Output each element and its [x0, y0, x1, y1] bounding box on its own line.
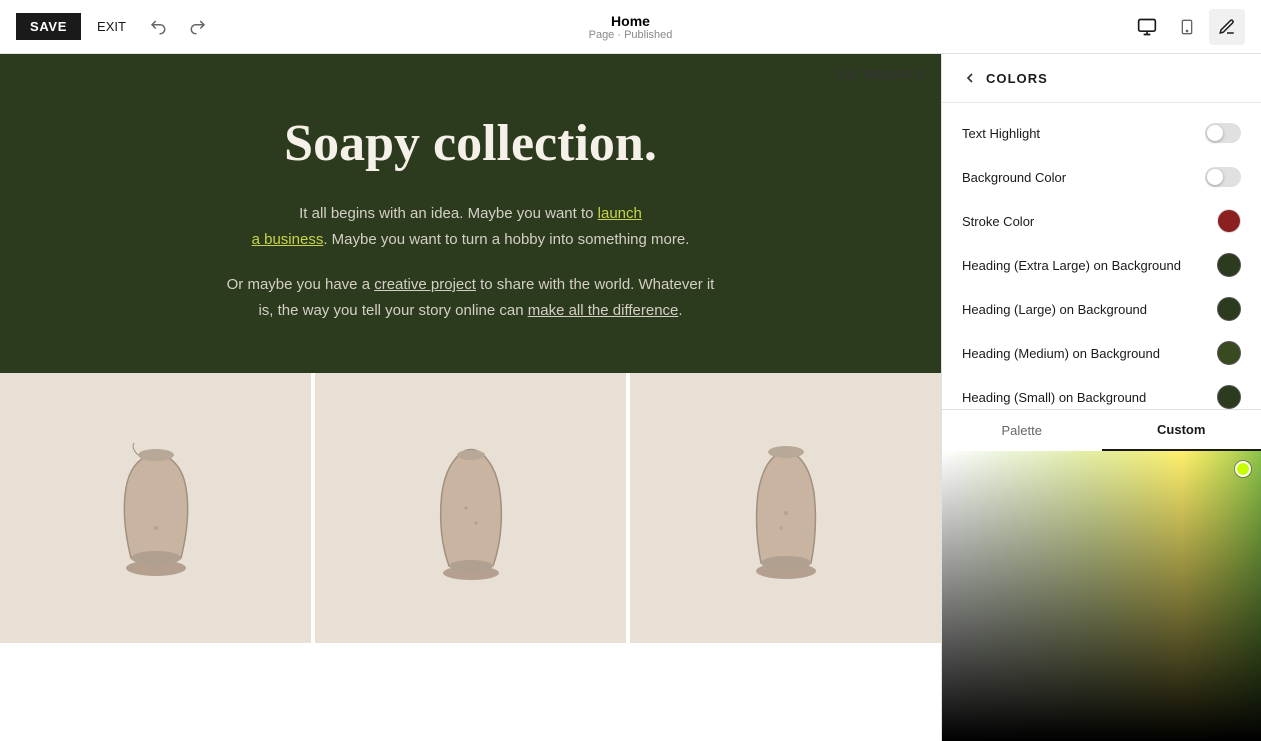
hero-heading: Soapy collection.	[40, 114, 901, 173]
save-button[interactable]: SAVE	[16, 13, 81, 40]
page-title: Home	[589, 13, 673, 29]
page-subtitle: Page · Published	[589, 29, 673, 41]
background-color-toggle[interactable]	[1205, 167, 1241, 187]
body2-link1[interactable]: creative project	[374, 276, 476, 293]
photo-1	[0, 373, 311, 643]
photos-row	[0, 373, 941, 643]
text-highlight-label: Text Highlight	[962, 126, 1040, 141]
heading-xl-label: Heading (Extra Large) on Background	[962, 258, 1181, 273]
stroke-color-item: Stroke Color	[942, 199, 1261, 243]
desktop-view-button[interactable]	[1129, 9, 1165, 45]
photo-2	[311, 373, 626, 643]
heading-medium-label: Heading (Medium) on Background	[962, 346, 1160, 361]
custom-tab[interactable]: Custom	[1102, 410, 1261, 451]
page-info: Home Page · Published	[589, 13, 673, 41]
heading-xl-swatch[interactable]	[1217, 253, 1241, 277]
exit-button[interactable]: EXIT	[89, 13, 134, 40]
background-color-label: Background Color	[962, 170, 1066, 185]
heading-large-item: Heading (Large) on Background	[942, 287, 1261, 331]
palette-tab[interactable]: Palette	[942, 410, 1102, 451]
background-color-item: Background Color	[942, 155, 1261, 199]
mobile-view-button[interactable]	[1169, 9, 1205, 45]
heading-small-swatch[interactable]	[1217, 385, 1241, 409]
text-highlight-item: Text Highlight	[942, 111, 1261, 155]
body2-text: Or maybe you have a	[227, 276, 375, 293]
color-picker-tabs: Palette Custom	[942, 409, 1261, 451]
redo-button[interactable]	[182, 11, 214, 43]
colors-panel: COLORS Text Highlight Background Color S…	[941, 54, 1261, 741]
canvas-top-bar: Aa BRIGHT 2	[837, 66, 925, 84]
body1-text: It all begins with an idea. Maybe you wa…	[299, 205, 598, 222]
body1-mid: . Maybe you want to turn a hobby into so…	[323, 231, 689, 248]
canvas: Aa BRIGHT 2 Soapy collection. It all beg…	[0, 54, 941, 741]
text-highlight-toggle[interactable]	[1205, 123, 1241, 143]
theme-label: BRIGHT 2	[864, 68, 925, 82]
color-picker-gradient[interactable]	[942, 451, 1261, 741]
vase-3	[726, 428, 846, 588]
panel-title: COLORS	[986, 71, 1048, 86]
heading-large-label: Heading (Large) on Background	[962, 302, 1147, 317]
hero-body-2: Or maybe you have a creative project to …	[221, 272, 721, 323]
body2-end: .	[678, 302, 682, 319]
stroke-color-label: Stroke Color	[962, 214, 1034, 229]
panel-header: COLORS	[942, 54, 1261, 103]
body2-link2[interactable]: make all the difference	[528, 302, 679, 319]
heading-small-label: Heading (Small) on Background	[962, 390, 1146, 405]
panel-back-button[interactable]	[962, 70, 978, 86]
heading-xl-item: Heading (Extra Large) on Background	[942, 243, 1261, 287]
hero-body-1: It all begins with an idea. Maybe you wa…	[221, 201, 721, 252]
heading-small-item: Heading (Small) on Background	[942, 375, 1261, 409]
design-mode-button[interactable]	[1209, 9, 1245, 45]
heading-medium-item: Heading (Medium) on Background	[942, 331, 1261, 375]
color-picker-thumb[interactable]	[1235, 461, 1251, 477]
view-buttons	[1129, 9, 1245, 45]
heading-medium-swatch[interactable]	[1217, 341, 1241, 365]
vase-1	[96, 428, 216, 588]
vase-2	[411, 428, 531, 588]
font-preview: Aa	[837, 66, 857, 84]
hero-section: Soapy collection. It all begins with an …	[0, 54, 941, 373]
stroke-color-swatch[interactable]	[1217, 209, 1241, 233]
undo-button[interactable]	[142, 11, 174, 43]
color-items-list: Text Highlight Background Color Stroke C…	[942, 103, 1261, 409]
photo-3	[626, 373, 941, 643]
main-area: Aa BRIGHT 2 Soapy collection. It all beg…	[0, 54, 1261, 741]
heading-large-swatch[interactable]	[1217, 297, 1241, 321]
toolbar: SAVE EXIT Home Page · Published	[0, 0, 1261, 54]
